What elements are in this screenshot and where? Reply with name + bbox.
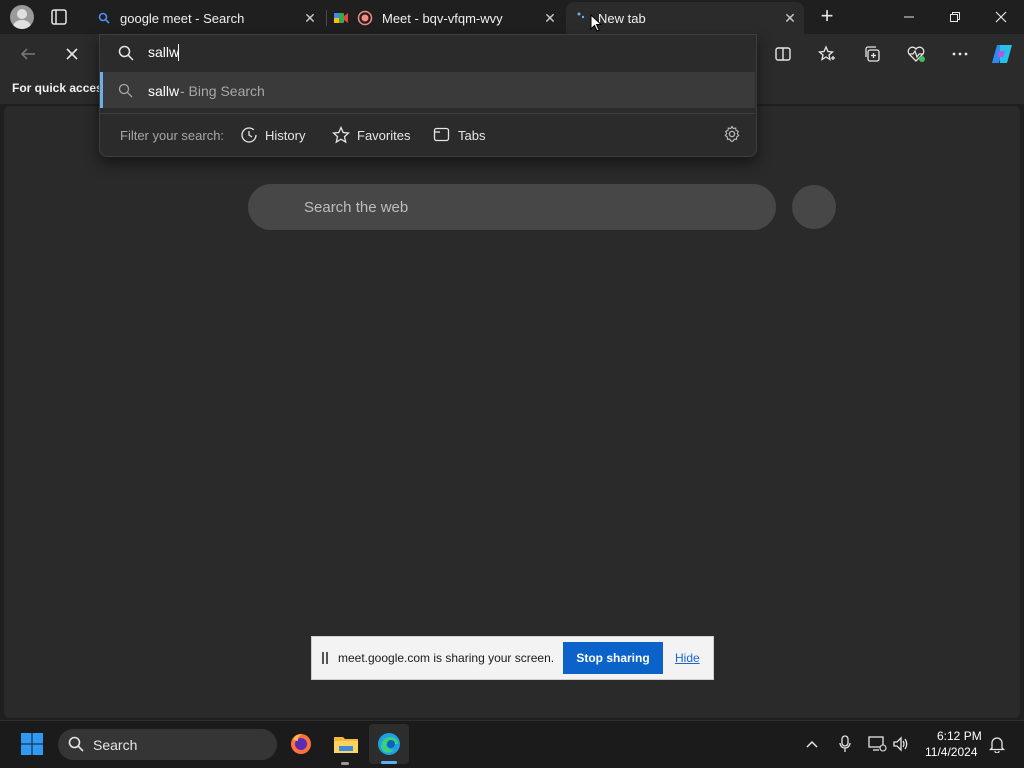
bing-search-icon	[96, 10, 112, 26]
collections-button[interactable]	[858, 40, 886, 68]
hide-banner-link[interactable]: Hide	[675, 651, 700, 665]
favorites-star-icon	[818, 45, 835, 61]
edge-app-icon	[376, 731, 402, 757]
address-bar-value: sallw	[148, 44, 180, 60]
favorites-icon	[332, 126, 350, 144]
tab-label: Meet - bqv-vfqm-wvy	[382, 10, 503, 26]
favorites-button[interactable]	[813, 40, 841, 68]
restore-icon	[950, 12, 960, 22]
collections-icon	[865, 46, 880, 62]
filter-tabs-label: Tabs	[458, 128, 486, 143]
tab-meet[interactable]: Meet - bqv-vfqm-wvy ✕	[328, 4, 564, 32]
recording-icon	[357, 10, 373, 26]
tabs-icon	[433, 127, 450, 142]
tab-actions-icon[interactable]	[50, 8, 68, 26]
new-tab-button[interactable]: +	[815, 4, 839, 28]
suggestion-search-icon	[118, 83, 133, 98]
start-button[interactable]	[20, 732, 44, 756]
minimize-icon	[904, 16, 914, 18]
clock-time[interactable]: 6:12 PM	[937, 729, 982, 743]
volume-icon[interactable]	[892, 735, 910, 753]
split-screen-icon	[775, 47, 791, 61]
close-window-button[interactable]	[978, 0, 1024, 34]
drag-handle-icon[interactable]	[321, 651, 329, 665]
file-explorer-app-icon[interactable]	[333, 732, 359, 756]
close-tab-icon[interactable]: ✕	[542, 10, 558, 26]
tab-label: New tab	[598, 10, 646, 26]
back-button[interactable]	[14, 40, 42, 68]
show-hidden-icons-chevron-icon[interactable]	[805, 737, 819, 751]
filter-history-label: History	[265, 128, 306, 143]
text-caret	[178, 44, 179, 61]
stop-icon	[66, 48, 78, 60]
search-icon	[118, 45, 134, 61]
taskbar-search-label: Search	[93, 737, 138, 753]
firefox-app-icon[interactable]	[289, 732, 313, 756]
tab-separator	[326, 10, 327, 26]
tab-google-meet-search[interactable]: google meet - Search ✕	[88, 4, 324, 32]
taskbar-active-indicator	[381, 761, 397, 764]
dropdown-divider	[100, 113, 755, 114]
mouse-cursor-icon	[590, 13, 603, 32]
search-settings-gear-icon[interactable]	[723, 125, 741, 143]
sharing-message: meet.google.com is sharing your screen.	[338, 651, 555, 665]
address-bar-input[interactable]	[100, 36, 755, 70]
history-icon	[241, 127, 257, 143]
settings-more-button[interactable]	[946, 40, 974, 68]
tab-label: google meet - Search	[120, 10, 245, 26]
stop-loading-button[interactable]	[58, 40, 86, 68]
heartbeat-icon	[907, 46, 925, 62]
restore-button[interactable]	[932, 0, 978, 34]
minimize-button[interactable]	[886, 0, 932, 34]
suggestion-highlight-bar	[100, 72, 103, 108]
notifications-bell-icon[interactable]	[988, 735, 1006, 754]
google-meet-icon	[333, 10, 349, 26]
suggestion-query: sallw	[148, 83, 180, 99]
more-dots-icon	[952, 52, 968, 56]
close-tab-icon[interactable]: ✕	[782, 10, 798, 26]
filter-search-label: Filter your search:	[120, 128, 225, 143]
split-screen-button[interactable]	[769, 40, 797, 68]
taskbar-search-box[interactable]	[58, 729, 277, 760]
filter-favorites-label: Favorites	[357, 128, 411, 143]
profile-avatar[interactable]	[10, 5, 34, 29]
browser-essentials-button[interactable]	[902, 40, 930, 68]
web-search-placeholder: Search the web	[304, 199, 409, 216]
network-icon[interactable]	[867, 735, 887, 753]
copilot-button[interactable]	[988, 40, 1016, 68]
stop-sharing-button[interactable]: Stop sharing	[563, 642, 663, 674]
close-icon	[995, 11, 1007, 23]
loading-icon	[576, 11, 590, 25]
copilot-icon	[992, 45, 1012, 63]
favorites-bar-text: For quick access	[12, 81, 110, 95]
taskbar-indicator	[341, 762, 349, 765]
back-arrow-icon	[20, 48, 35, 60]
clock-date[interactable]: 11/4/2024	[925, 745, 978, 759]
taskbar-search-icon	[68, 736, 84, 752]
web-search-button[interactable]	[792, 185, 836, 229]
suggestion-suffix: - Bing Search	[180, 83, 265, 99]
windows-logo-icon	[21, 733, 43, 755]
close-tab-icon[interactable]: ✕	[302, 10, 318, 26]
microphone-icon[interactable]	[838, 735, 852, 753]
